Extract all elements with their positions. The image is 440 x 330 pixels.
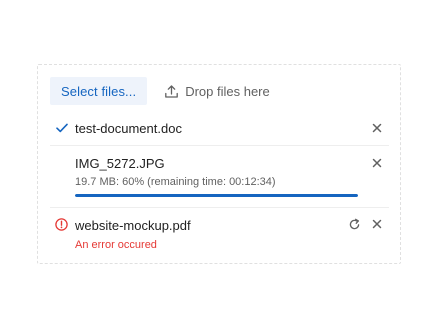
file-item: website-mockup.pdf An error occured <box>50 207 389 253</box>
file-item: IMG_5272.JPG 19.7 MB: 60% (remaining tim… <box>50 145 389 207</box>
error-icon <box>55 218 68 231</box>
select-files-button[interactable]: Select files... <box>50 77 148 105</box>
retry-icon[interactable] <box>348 218 361 231</box>
file-name: IMG_5272.JPG <box>75 156 165 171</box>
remove-icon[interactable] <box>372 123 382 133</box>
upload-toolbar: Select files... Drop files here <box>50 77 270 105</box>
remove-icon[interactable] <box>372 158 382 168</box>
file-item: test-document.doc <box>50 111 389 145</box>
progress-bar <box>75 194 358 197</box>
progress-fill <box>75 194 358 197</box>
file-error-text: An error occured <box>75 239 157 251</box>
file-name: test-document.doc <box>75 121 182 136</box>
file-progress-text: 19.7 MB: 60% (remaining time: 00:12:34) <box>75 176 276 188</box>
upload-icon <box>165 84 179 98</box>
drop-hint-label: Drop files here <box>185 83 270 99</box>
upload-dropzone[interactable]: Select files... Drop files here test-doc… <box>37 64 401 264</box>
file-name: website-mockup.pdf <box>75 218 191 233</box>
check-icon <box>56 123 68 133</box>
remove-icon[interactable] <box>372 219 382 229</box>
drop-hint: Drop files here <box>164 84 270 99</box>
